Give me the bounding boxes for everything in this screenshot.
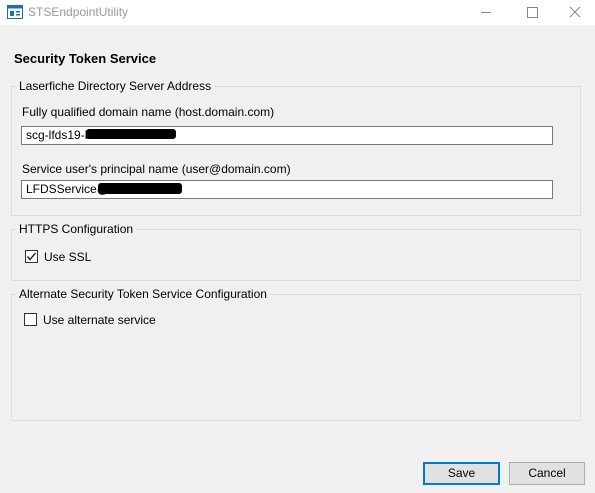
page-title: Security Token Service: [14, 51, 157, 66]
https-group: HTTPS Configuration: [11, 222, 581, 281]
fqdn-label: Fully qualified domain name (host.domain…: [22, 105, 275, 119]
upn-label: Service user's principal name (user@doma…: [22, 162, 291, 176]
use-alternate-label[interactable]: Use alternate service: [43, 313, 156, 327]
close-button[interactable]: [555, 0, 595, 25]
minimize-icon: [481, 12, 491, 13]
https-legend: HTTPS Configuration: [16, 222, 137, 236]
maximize-icon: [527, 7, 538, 18]
redaction-mark: [86, 129, 176, 139]
directory-server-legend: Laserfiche Directory Server Address: [16, 79, 215, 93]
upn-value: LFDSService@: [26, 182, 109, 196]
save-button[interactable]: Save: [423, 462, 500, 485]
alternate-sts-legend: Alternate Security Token Service Configu…: [16, 287, 270, 301]
fqdn-value: scg-lfds19-br: [26, 128, 96, 142]
title-bar: STSEndpointUtility: [0, 0, 595, 25]
close-icon: [569, 6, 581, 18]
checkmark-icon: [26, 252, 37, 261]
maximize-button[interactable]: [509, 0, 555, 25]
app-icon: [7, 5, 23, 19]
minimize-button[interactable]: [463, 0, 509, 25]
redaction-mark: [98, 183, 182, 194]
cancel-button[interactable]: Cancel: [509, 462, 585, 485]
use-ssl-checkbox[interactable]: [25, 250, 38, 263]
window-title: STSEndpointUtility: [28, 5, 129, 19]
use-alternate-checkbox[interactable]: [24, 313, 37, 326]
use-ssl-label[interactable]: Use SSL: [44, 250, 91, 264]
